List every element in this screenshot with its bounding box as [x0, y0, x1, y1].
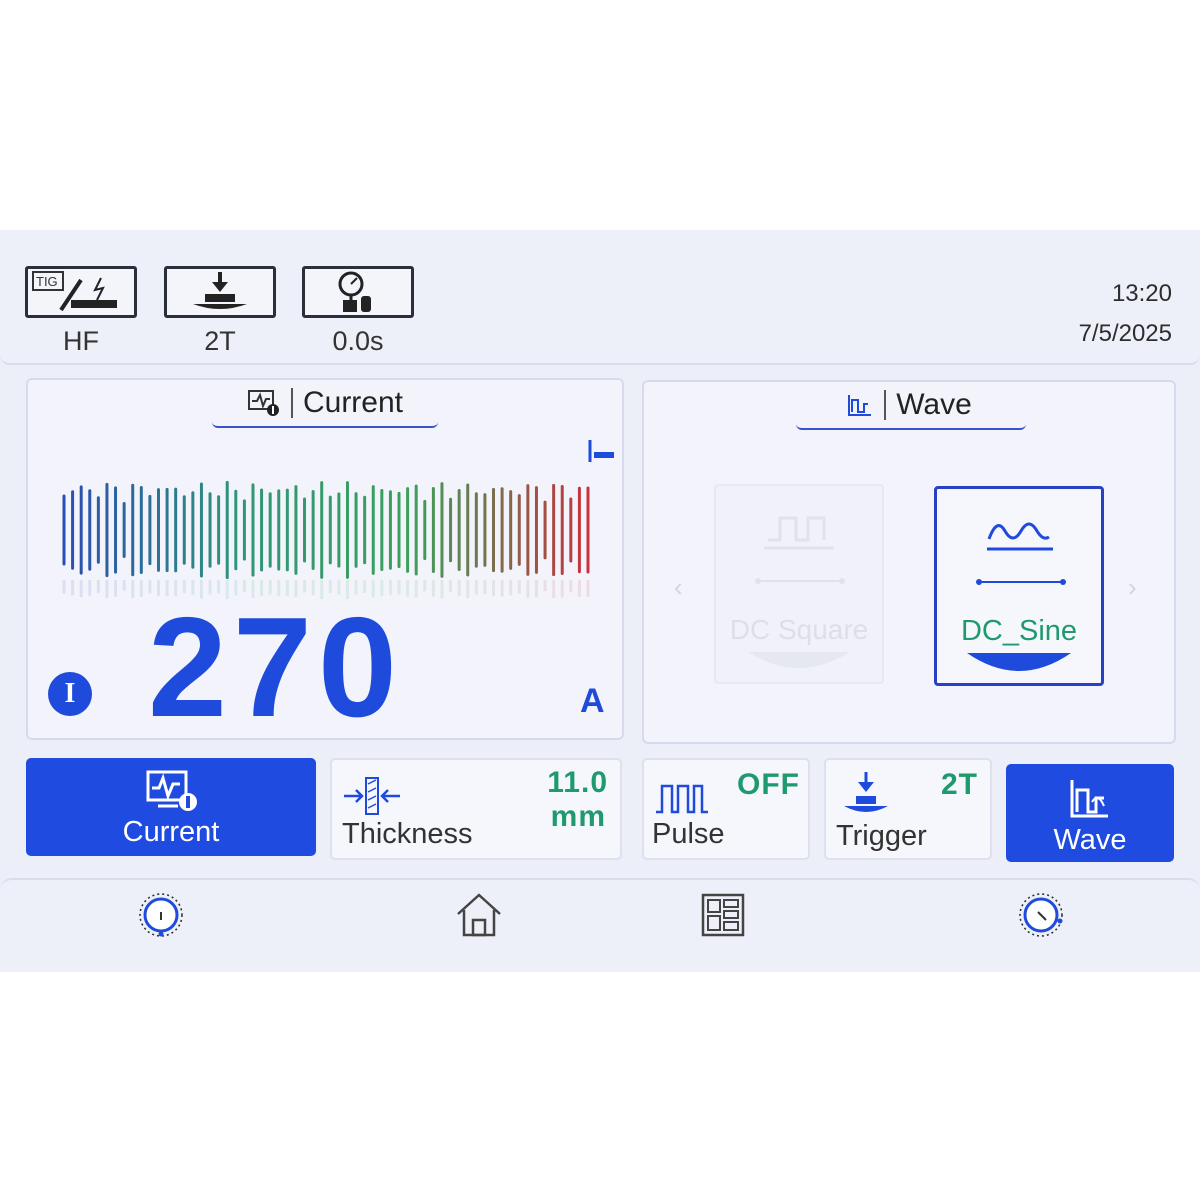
welder-screen: TIG HF 2T 0.0s 13:20 7/5/2025 Current I … [0, 230, 1200, 972]
trigger-2t-icon [193, 272, 247, 309]
right-knob-icon[interactable] [1016, 890, 1066, 940]
current-panel: Current I 270 A [26, 378, 624, 747]
square-wave-icon [764, 516, 834, 550]
left-knob-icon[interactable] [136, 890, 186, 940]
title-underline [796, 424, 1026, 430]
title-underline [212, 422, 438, 428]
tile-thickness-value: 11.0 [547, 766, 608, 799]
bowl-icon [967, 653, 1071, 671]
clock-date: 7/5/2025 [1078, 320, 1172, 347]
mode-button-hf[interactable]: TIG [25, 266, 137, 318]
current-monitor-icon [247, 390, 279, 416]
tile-wave-label: Wave [1053, 824, 1127, 856]
mode-label-hf: HF [63, 326, 99, 356]
wave-option-label: DC_Sine [960, 615, 1078, 647]
sine-wave-icon [987, 522, 1053, 551]
tile-pulse-value: OFF [737, 768, 800, 801]
tile-current-label: Current [122, 816, 220, 848]
mode-label-2t: 2T [204, 326, 236, 356]
tile-thickness-unit: mm [550, 800, 606, 833]
current-monitor-icon [146, 770, 197, 811]
tile-trigger-value: 2T [940, 768, 978, 801]
current-unit: A [580, 682, 605, 720]
tile-wave[interactable]: Wave [1006, 764, 1174, 862]
pulse-icon [656, 784, 708, 814]
tile-trigger[interactable]: Trigger 2T [824, 758, 992, 860]
bottom-nav [0, 878, 1200, 972]
tile-pulse-label: Pulse [652, 818, 725, 850]
current-value[interactable]: 270 [148, 586, 403, 750]
tig-badge: TIG [36, 274, 58, 289]
wave-panel-header: Wave [644, 388, 1174, 422]
mode-label-gas: 0.0s [332, 326, 384, 356]
torch-small-icon [588, 440, 614, 462]
wave-panel-title: Wave [896, 388, 972, 421]
tig-hf-torch-icon: TIG [32, 271, 117, 312]
next-arrow-icon[interactable]: › [1128, 572, 1137, 603]
menu-grid-icon[interactable] [698, 890, 748, 940]
wave-option-label: DC Square [729, 614, 869, 645]
wave-option-dc-sine[interactable]: DC_Sine [934, 486, 1104, 686]
wave-icon [848, 395, 872, 416]
tile-pulse[interactable]: Pulse OFF [642, 758, 810, 860]
wave-panel: Wave ‹ › DC Square DC_Sine [642, 380, 1176, 744]
current-panel-header: Current [28, 386, 622, 420]
bowl-icon [748, 652, 850, 668]
current-indicator-badge: I [48, 672, 92, 716]
trigger-icon [844, 772, 888, 812]
mode-button-gas[interactable] [302, 266, 414, 318]
wave-option-dc-square[interactable]: DC Square [714, 484, 884, 684]
tile-current[interactable]: Current [26, 758, 316, 856]
level-line-icon [976, 579, 1066, 585]
thickness-icon [344, 777, 400, 815]
current-panel-title: Current [302, 386, 404, 419]
level-line-icon [755, 578, 845, 584]
mode-button-2t[interactable] [164, 266, 276, 318]
wave-icon [1070, 780, 1108, 818]
status-bar: TIG HF 2T 0.0s 13:20 7/5/2025 [0, 230, 1200, 365]
tile-thickness-label: Thickness [342, 818, 473, 850]
clock-time: 13:20 [1111, 280, 1172, 307]
prev-arrow-icon[interactable]: ‹ [674, 572, 683, 603]
gas-timer-icon [338, 271, 371, 312]
tile-trigger-label: Trigger [836, 820, 927, 852]
home-icon[interactable] [454, 890, 504, 940]
tile-thickness[interactable]: Thickness 11.0 mm [330, 758, 622, 860]
